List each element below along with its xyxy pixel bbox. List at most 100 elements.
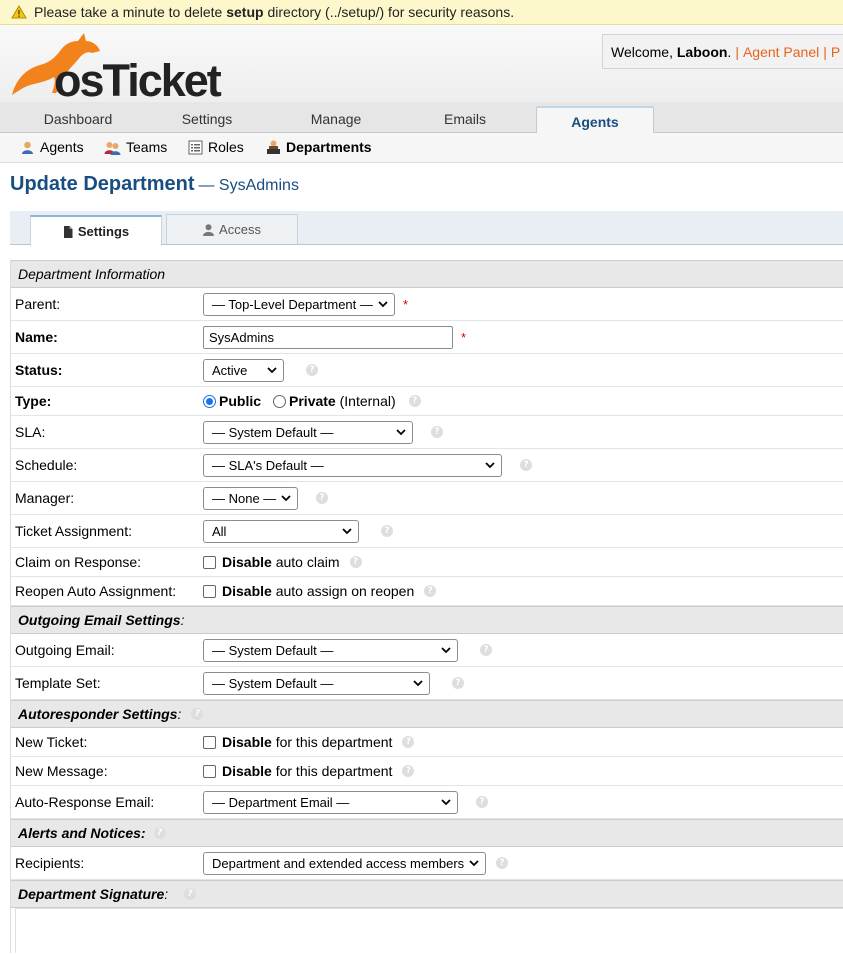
- field-label: Name:: [15, 329, 58, 345]
- help-icon[interactable]: ?: [520, 459, 532, 471]
- radio-note: (Internal): [339, 393, 396, 409]
- username: Laboon: [676, 43, 728, 60]
- chevron-down-icon: [378, 300, 388, 307]
- select-value: Active: [212, 362, 248, 378]
- sla-select[interactable]: — System Default —: [203, 420, 413, 444]
- section-alerts-notices: Alerts and Notices: ?: [11, 819, 843, 847]
- row-type: Type: Public Private (Internal) ?: [11, 387, 843, 416]
- checkbox-label: for this department: [275, 734, 393, 750]
- help-icon[interactable]: ?: [431, 426, 443, 438]
- subnav-departments[interactable]: Departments: [266, 139, 372, 155]
- select-value: — Department Email —: [212, 794, 350, 810]
- field-label: New Message:: [15, 763, 108, 779]
- help-icon[interactable]: ?: [480, 644, 492, 656]
- row-outgoing-email: Outgoing Email: — System Default — ?: [11, 634, 843, 667]
- subnav-label: Agents: [40, 139, 84, 155]
- template-set-select[interactable]: — System Default —: [203, 671, 430, 695]
- help-icon[interactable]: ?: [476, 796, 488, 808]
- subnav-teams[interactable]: Teams: [104, 139, 167, 155]
- help-icon[interactable]: ?: [316, 492, 328, 504]
- document-icon: [63, 225, 73, 238]
- help-icon[interactable]: ?: [402, 765, 415, 777]
- row-schedule: Schedule: — SLA's Default — ?: [11, 449, 843, 482]
- help-icon[interactable]: ?: [402, 736, 415, 748]
- help-icon[interactable]: ?: [496, 857, 508, 869]
- header: osTicket Welcome, Laboon. | Agent Panel …: [0, 25, 843, 106]
- help-icon[interactable]: ?: [381, 525, 393, 537]
- row-new-message: New Message: Disable for this department…: [11, 757, 843, 786]
- help-icon[interactable]: ?: [452, 677, 464, 689]
- main-nav: Dashboard Settings Manage Emails Agents: [0, 102, 843, 134]
- department-icon: [267, 140, 280, 154]
- parent-select[interactable]: — Top-Level Department —: [203, 292, 395, 316]
- row-ticket-assignment: Ticket Assignment: All ?: [11, 515, 843, 548]
- tab-agents[interactable]: Agents: [536, 106, 654, 134]
- signature-editor[interactable]: [15, 908, 843, 953]
- name-input[interactable]: SysAdmins: [203, 325, 453, 349]
- field-label: Manager:: [15, 490, 75, 506]
- new-message-checkbox[interactable]: [203, 764, 216, 778]
- schedule-select[interactable]: — SLA's Default —: [203, 453, 502, 477]
- subnav-agents[interactable]: Agents: [20, 139, 84, 155]
- profile-link[interactable]: P: [831, 44, 840, 60]
- roles-icon: [188, 140, 203, 154]
- user-icon: [203, 223, 215, 236]
- page-title-text: Update Department: [10, 173, 195, 195]
- help-icon[interactable]: ?: [306, 364, 318, 376]
- new-ticket-checkbox[interactable]: [203, 735, 216, 749]
- checkbox-label-bold: Disable: [222, 763, 272, 779]
- tab-manage[interactable]: Manage: [270, 102, 402, 133]
- ticket-assignment-select[interactable]: All: [203, 519, 359, 543]
- claim-checkbox[interactable]: [203, 555, 216, 569]
- select-value: — Top-Level Department —: [212, 296, 373, 312]
- row-manager: Manager: — None — ?: [11, 482, 843, 515]
- row-template-set: Template Set: — System Default — ?: [11, 667, 843, 700]
- recipients-select[interactable]: Department and extended access members: [203, 851, 486, 875]
- field-label: Schedule:: [15, 457, 78, 473]
- separator: |: [823, 43, 827, 60]
- warning-icon: [11, 5, 27, 19]
- tab-settings[interactable]: Settings: [140, 102, 274, 133]
- auto-response-email-select[interactable]: — Department Email —: [203, 790, 458, 814]
- field-label: Template Set:: [15, 675, 101, 691]
- status-select[interactable]: Active: [203, 358, 284, 382]
- field-label: Outgoing Email:: [15, 642, 115, 658]
- help-icon[interactable]: ?: [349, 556, 362, 568]
- manager-select[interactable]: — None —: [203, 486, 298, 510]
- checkbox-label-bold: Disable: [222, 583, 272, 599]
- field-label: Auto-Response Email:: [15, 794, 155, 810]
- select-value: — System Default —: [212, 642, 334, 658]
- type-public-radio[interactable]: [203, 394, 216, 408]
- select-value: — System Default —: [212, 675, 334, 691]
- tab-dept-settings[interactable]: Settings: [30, 215, 162, 246]
- help-icon[interactable]: ?: [184, 888, 197, 900]
- separator: |: [735, 43, 739, 60]
- help-icon[interactable]: ?: [424, 585, 437, 597]
- radio-label: Public: [219, 393, 262, 409]
- sub-nav: Agents Teams Roles Departments: [0, 133, 843, 163]
- outgoing-email-select[interactable]: — System Default —: [203, 638, 458, 662]
- help-icon[interactable]: ?: [191, 708, 204, 720]
- agent-panel-link[interactable]: Agent Panel: [743, 44, 819, 60]
- subnav-roles[interactable]: Roles: [188, 139, 244, 155]
- warning-text: Please take a minute to delete setup dir…: [34, 4, 515, 20]
- help-icon[interactable]: ?: [408, 395, 421, 407]
- page-title: Update Department — SysAdmins: [10, 173, 299, 196]
- form-tabs: Settings Access: [10, 211, 843, 246]
- tab-dashboard[interactable]: Dashboard: [10, 102, 146, 133]
- reopen-checkbox[interactable]: [203, 584, 216, 598]
- help-icon[interactable]: ?: [153, 827, 166, 839]
- row-recipients: Recipients: Department and extended acce…: [11, 847, 843, 880]
- section-department-signature: Department Signature: ?: [11, 880, 843, 908]
- section-title: Department Signature: [18, 886, 165, 902]
- field-label: Recipients:: [15, 855, 85, 871]
- setup-warning-bar: Please take a minute to delete setup dir…: [0, 0, 843, 25]
- tab-dept-access[interactable]: Access: [166, 214, 298, 244]
- type-private-radio[interactable]: [273, 394, 287, 408]
- tab-emails[interactable]: Emails: [400, 102, 530, 133]
- ostkt-logo[interactable]: osTicket: [8, 29, 222, 106]
- row-name: Name: SysAdmins *: [11, 321, 843, 354]
- field-label: Status:: [15, 362, 63, 378]
- section-colon: :: [180, 612, 185, 628]
- field-label: New Ticket:: [15, 734, 88, 750]
